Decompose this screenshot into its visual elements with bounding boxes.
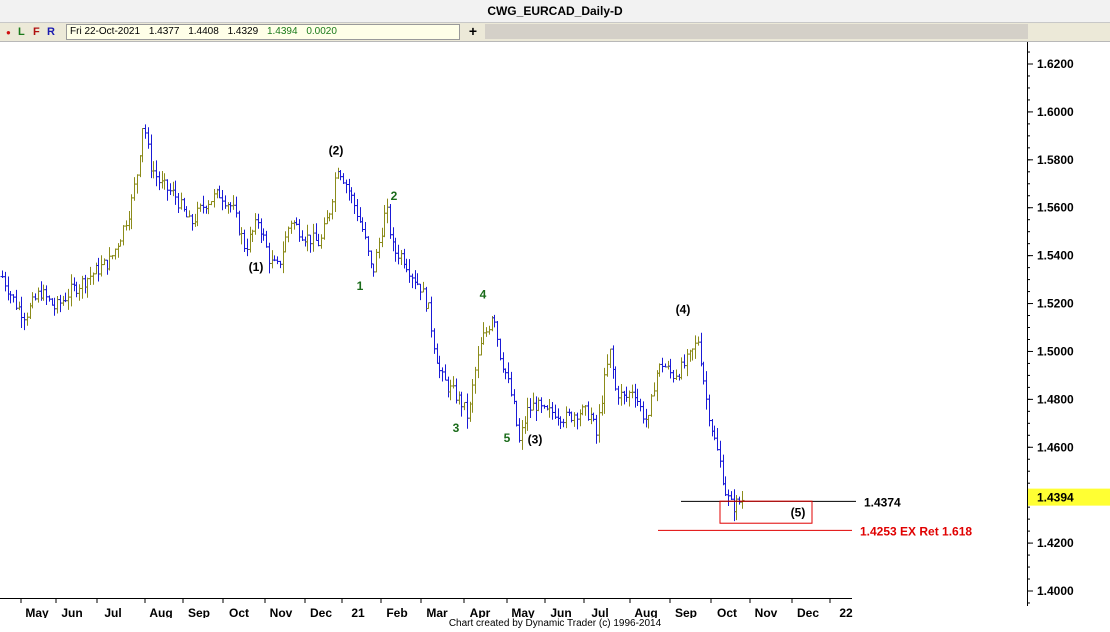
x-tick-label: Apr [470, 606, 491, 618]
x-tick-label: Sep [675, 606, 697, 618]
x-tick-label: Nov [755, 606, 778, 618]
wave-label: 1 [357, 279, 364, 293]
chart-toolbar: ● L F R Fri 22-Oct-2021 1.4377 1.4408 1.… [0, 23, 1110, 42]
x-tick-label: Feb [386, 606, 407, 618]
record-dot-icon[interactable]: ● [6, 25, 11, 41]
ohlc-high: 1.4408 [188, 26, 219, 37]
x-tick-label: Jun [550, 606, 571, 618]
ohlc-date: Fri 22-Oct-2021 [70, 26, 141, 37]
x-tick-label: Jul [591, 606, 608, 618]
wave-label: (3) [528, 432, 543, 446]
x-tick-label: Jul [104, 606, 121, 618]
x-tick-label: Oct [229, 606, 249, 618]
x-tick-label: 22 [839, 606, 853, 618]
ohlc-readout: Fri 22-Oct-2021 1.4377 1.4408 1.4329 1.4… [66, 24, 460, 40]
add-plus-button[interactable]: + [465, 23, 481, 40]
toolbar-f-button[interactable]: F [33, 24, 40, 40]
toolbar-l-button[interactable]: L [18, 24, 25, 40]
last-price-label: 1.4394 [1037, 491, 1074, 505]
target-label: 1.4253 EX Ret 1.618 [860, 524, 972, 538]
wave-label: 2 [391, 189, 398, 203]
wave-label: 3 [453, 421, 460, 435]
y-tick-label: 1.4200 [1037, 536, 1074, 550]
y-tick-label: 1.6200 [1037, 57, 1074, 71]
y-tick-label: 1.6000 [1037, 105, 1074, 119]
y-tick-label: 1.5600 [1037, 201, 1074, 215]
x-tick-label: Mar [426, 606, 448, 618]
wave-label: (2) [329, 143, 344, 157]
ohlc-open: 1.4377 [148, 26, 180, 37]
price-chart[interactable]: 1.40001.42001.44001.46001.48001.50001.52… [0, 42, 1110, 618]
x-tick-label: Sep [188, 606, 210, 618]
x-tick-label: May [25, 606, 49, 618]
chart-credit: Chart created by Dynamic Trader (c) 1996… [448, 618, 662, 629]
x-tick-label: Nov [270, 606, 293, 618]
y-tick-label: 1.4800 [1037, 392, 1074, 406]
x-tick-label: Aug [634, 606, 657, 618]
y-tick-label: 1.5200 [1037, 297, 1074, 311]
x-tick-label: Oct [717, 606, 737, 618]
x-axis-labels: May Jun Jul Aug Sep Oct Nov Dec 21 Feb Mar Apr May Ju… [20, 598, 853, 618]
y-axis-ticks: 1.40001.42001.44001.46001.48001.50001.52… [1027, 51, 1074, 604]
y-tick-label: 1.4600 [1037, 440, 1074, 454]
y-tick-label: 1.5000 [1037, 344, 1074, 358]
y-tick-label: 1.5800 [1037, 153, 1074, 167]
wave-label: (4) [676, 302, 691, 316]
toolbar-empty-area [485, 24, 1028, 39]
x-tick-label: May [511, 606, 535, 618]
ohlc-change: 0.0020 [306, 26, 337, 37]
ohlc-low: 1.4329 [227, 26, 259, 37]
x-tick-label: Dec [797, 606, 819, 618]
y-tick-label: 1.5400 [1037, 249, 1074, 263]
wave-label: (5) [791, 506, 806, 520]
y-tick-label: 1.4000 [1037, 584, 1074, 598]
toolbar-r-button[interactable]: R [47, 24, 55, 40]
window-title: CWG_EURCAD_Daily-D [0, 0, 1110, 23]
wave-label: 5 [504, 431, 511, 445]
x-tick-label: Dec [310, 606, 332, 618]
x-tick-label: Jun [61, 606, 82, 618]
plot-area [0, 42, 1027, 598]
wave-label: (1) [249, 260, 264, 274]
x-tick-label: Aug [149, 606, 172, 618]
wave-label: 4 [480, 287, 487, 301]
level-label: 1.4374 [864, 495, 901, 509]
x-tick-label: 21 [351, 606, 365, 618]
ohlc-close: 1.4394 [266, 26, 298, 37]
